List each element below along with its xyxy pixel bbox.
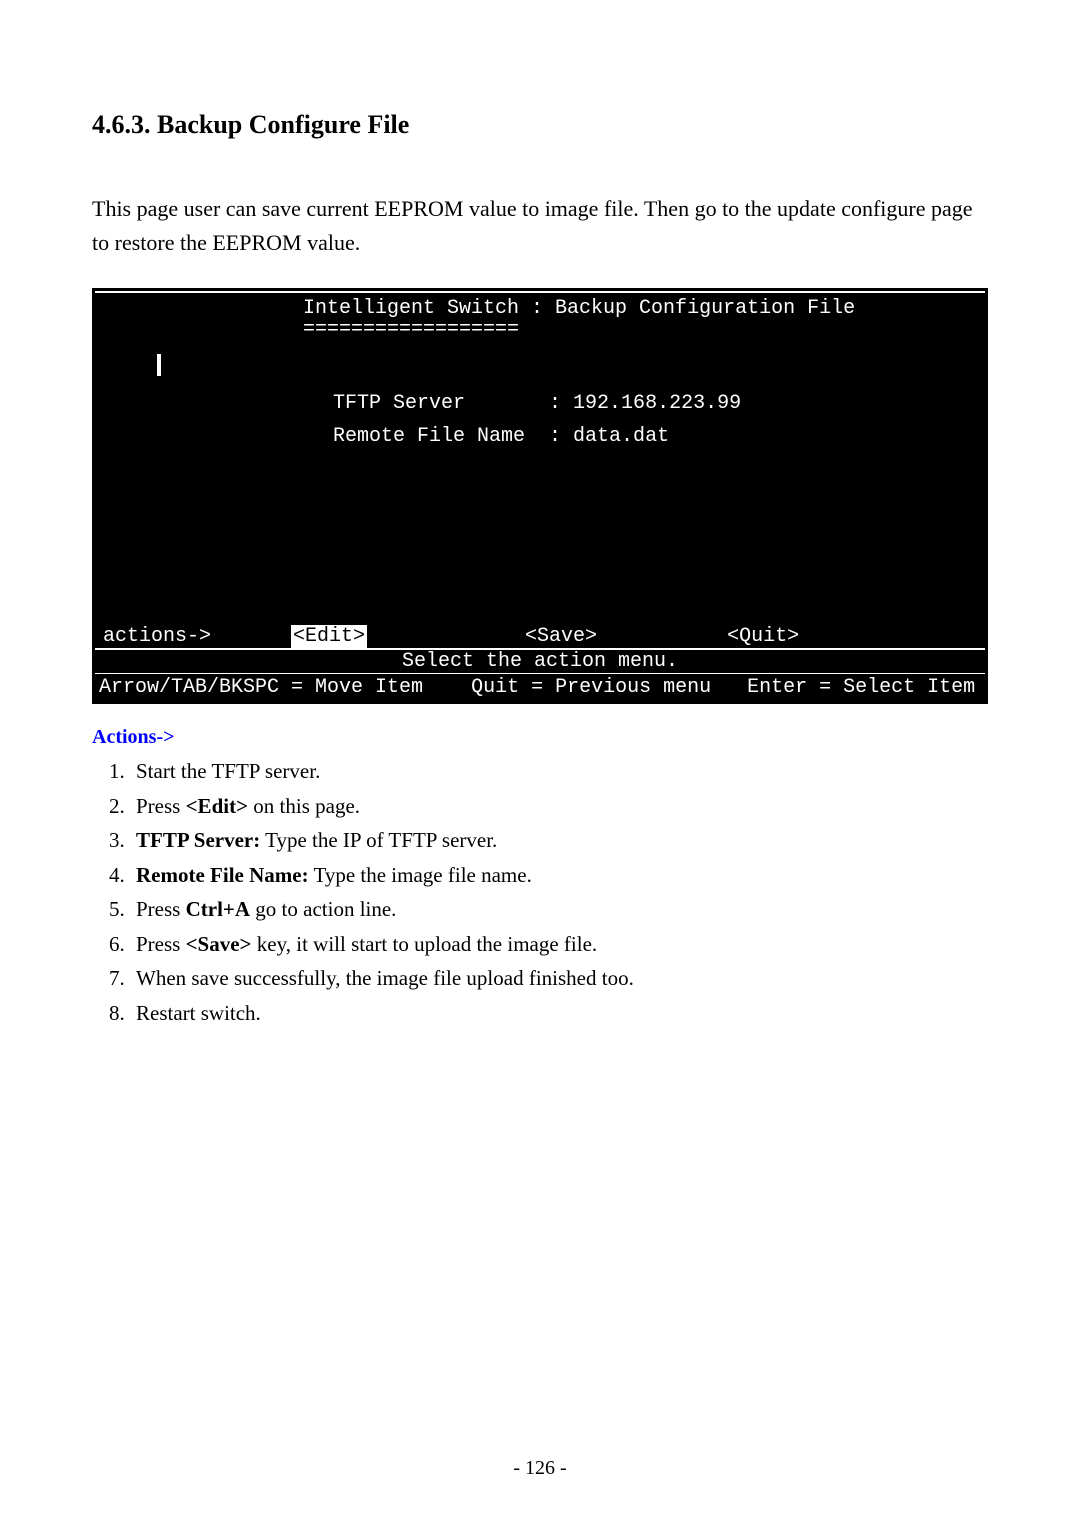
step-6: Press <Save> key, it will start to uploa… — [130, 928, 988, 961]
step-2-post: on this page. — [248, 794, 360, 818]
step-2: Press <Edit> on this page. — [130, 790, 988, 823]
step-3-text: Type the IP of TFTP server. — [260, 828, 497, 852]
step-5-key: Ctrl+A — [186, 897, 250, 921]
cursor-icon — [157, 354, 161, 376]
step-5-pre: Press — [136, 897, 186, 921]
step-5: Press Ctrl+A go to action line. — [130, 893, 988, 926]
steps-list: Start the TFTP server. Press <Edit> on t… — [102, 755, 988, 1029]
terminal-title: Intelligent Switch : Backup Configuratio… — [103, 297, 977, 320]
terminal-actions-row: actions-> <Edit> <Save> <Quit> — [95, 624, 985, 648]
tftp-server-label: TFTP Server — [333, 392, 465, 415]
page: 4.6.3. Backup Configure File This page u… — [0, 0, 1080, 1528]
step-7: When save successfully, the image file u… — [130, 962, 988, 995]
step-8-text: Restart switch. — [136, 1001, 261, 1025]
page-number: - 126 - — [0, 1457, 1080, 1480]
terminal-title-underline: ================== — [103, 318, 977, 341]
section-heading: 4.6.3. Backup Configure File — [92, 110, 988, 140]
step-5-post: go to action line. — [250, 897, 396, 921]
quit-action[interactable]: <Quit> — [727, 625, 799, 648]
step-8: Restart switch. — [130, 997, 988, 1030]
save-action[interactable]: <Save> — [525, 625, 597, 648]
terminal-cursor-line — [103, 353, 977, 376]
edit-action[interactable]: <Edit> — [291, 625, 367, 648]
step-2-key: <Edit> — [186, 794, 248, 818]
step-4: Remote File Name: Type the image file na… — [130, 859, 988, 892]
help-enter: Enter = Select Item — [747, 676, 975, 699]
remote-file-row: Remote File Name : data.dat — [103, 425, 977, 448]
step-6-post: key, it will start to upload the image f… — [252, 932, 598, 956]
step-3-label: TFTP Server: — [136, 828, 260, 852]
step-4-label: Remote File Name: — [136, 863, 309, 887]
step-2-pre: Press — [136, 794, 186, 818]
step-3: TFTP Server: Type the IP of TFTP server. — [130, 824, 988, 857]
terminal-hint-text: Select the action menu. — [95, 650, 985, 673]
intro-paragraph: This page user can save current EEPROM v… — [92, 192, 988, 260]
actions-arrow-label: actions-> — [103, 625, 291, 648]
terminal-screenshot: Intelligent Switch : Backup Configuratio… — [92, 288, 988, 704]
step-4-text: Type the image file name. — [309, 863, 532, 887]
actions-heading: Actions-> — [92, 726, 988, 749]
step-7-text: When save successfully, the image file u… — [136, 966, 634, 990]
tftp-server-value: : 192.168.223.99 — [549, 392, 741, 415]
remote-file-label: Remote File Name — [333, 425, 525, 448]
help-move: Arrow/TAB/BKSPC = Move Item — [99, 676, 423, 699]
remote-file-value: : data.dat — [549, 425, 669, 448]
terminal-help-bar: Arrow/TAB/BKSPC = Move Item Quit = Previ… — [95, 674, 985, 701]
help-quit: Quit = Previous menu — [471, 676, 711, 699]
step-1: Start the TFTP server. — [130, 755, 988, 788]
terminal-hint-row: Select the action menu. — [95, 648, 985, 674]
step-1-text: Start the TFTP server. — [136, 759, 320, 783]
tftp-server-row: TFTP Server : 192.168.223.99 — [103, 392, 977, 415]
step-6-key: <Save> — [186, 932, 252, 956]
step-6-pre: Press — [136, 932, 186, 956]
